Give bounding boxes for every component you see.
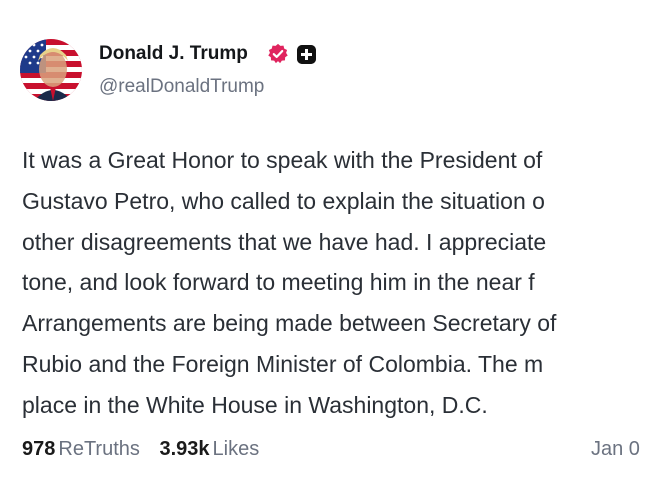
post-line: It was a Great Honor to speak with the P… xyxy=(22,147,543,173)
retruths-stat[interactable]: 978 ReTruths xyxy=(22,438,140,461)
likes-stat[interactable]: 3.93k Likes xyxy=(159,438,259,461)
plus-badge-icon xyxy=(297,45,316,64)
post-line: Gustavo Petro, who called to explain the… xyxy=(22,187,545,214)
retruths-count: 978 xyxy=(22,438,56,460)
author-avatar[interactable] xyxy=(20,39,82,101)
post-line: place in the White House in Washington, … xyxy=(22,391,488,418)
retruths-label: ReTruths xyxy=(58,438,140,460)
post-line: Arrangements are being made between Secr… xyxy=(22,310,557,337)
verified-check-icon xyxy=(268,43,288,64)
post-body: It was a Great Honor to speak with the P… xyxy=(22,140,556,426)
author-display-name[interactable]: Donald J. Trump xyxy=(99,43,248,65)
post-card: Donald J. Trump @realDonaldTrump It was … xyxy=(0,0,650,487)
post-timestamp[interactable]: Jan 0 xyxy=(591,438,640,461)
avatar-image xyxy=(20,39,82,101)
post-stats: 978 ReTruths 3.93k Likes xyxy=(22,438,259,461)
post-line: Rubio and the Foreign Minister of Colomb… xyxy=(22,350,544,377)
likes-label: Likes xyxy=(212,438,260,460)
likes-count: 3.93k xyxy=(159,438,210,460)
post-line: tone, and look forward to meeting him in… xyxy=(22,269,535,296)
author-handle[interactable]: @realDonaldTrump xyxy=(99,76,264,98)
post-line: other disagreements that we have had. I … xyxy=(22,228,547,255)
